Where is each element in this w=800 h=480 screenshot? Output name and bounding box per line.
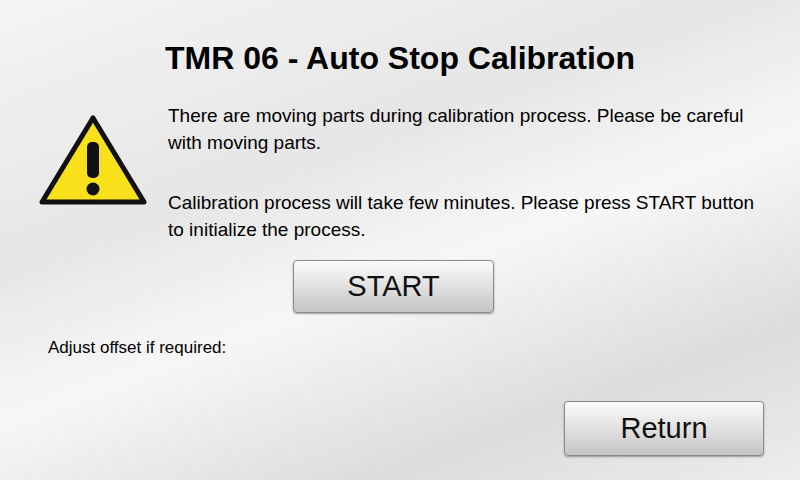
start-row: START — [0, 260, 800, 313]
screen-title: TMR 06 - Auto Stop Calibration — [0, 38, 800, 78]
start-button[interactable]: START — [293, 260, 494, 313]
warning-paragraph: Calibration process will take few minute… — [168, 189, 768, 243]
warning-text: There are moving parts during calibratio… — [168, 102, 768, 243]
calibration-screen: TMR 06 - Auto Stop Calibration There are… — [0, 0, 800, 480]
return-row: Return — [0, 401, 800, 456]
warning-panel: There are moving parts during calibratio… — [0, 102, 800, 243]
warning-paragraph: There are moving parts during calibratio… — [168, 102, 768, 156]
return-button[interactable]: Return — [564, 401, 764, 456]
warning-icon — [38, 114, 148, 206]
offset-label: Adjust offset if required: — [0, 337, 800, 359]
